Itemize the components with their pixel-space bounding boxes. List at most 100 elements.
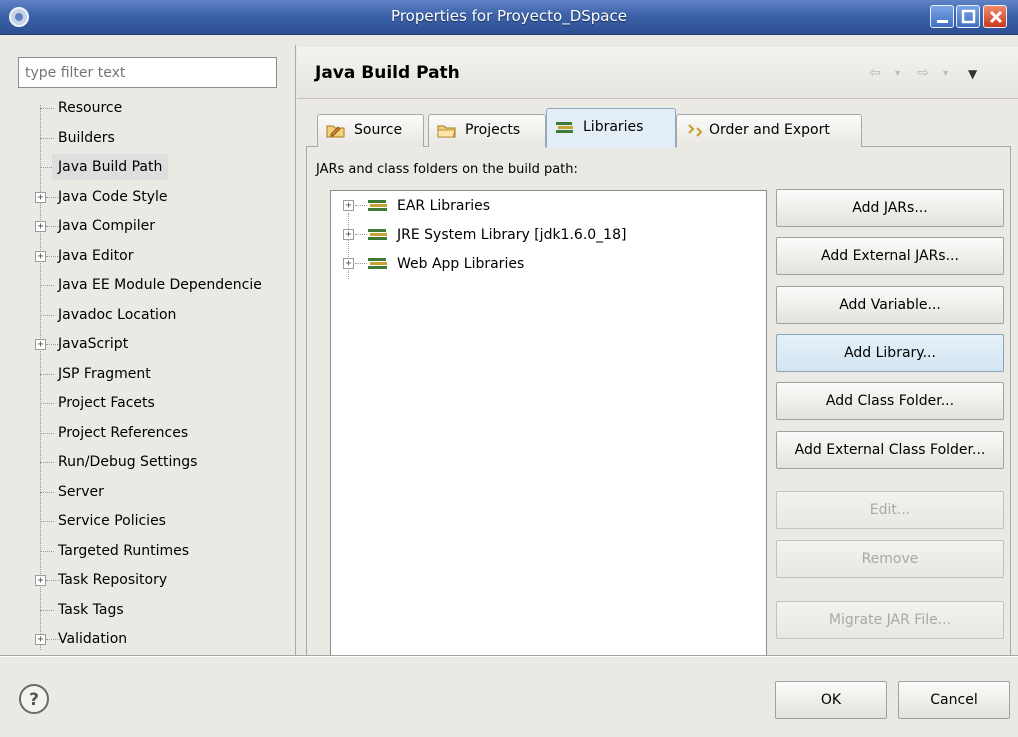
tree-item-label: Run/Debug Settings	[58, 454, 198, 470]
expand-icon[interactable]: +	[35, 250, 46, 262]
expand-icon[interactable]: +	[35, 575, 46, 586]
tree-item-label: JSP Fragment	[58, 365, 151, 382]
tree-connector-line	[40, 491, 54, 493]
forward-menu-icon[interactable]: ▾	[943, 68, 948, 79]
tree-item-label: Java Build Path	[52, 154, 169, 180]
expand-icon[interactable]: +	[35, 191, 46, 203]
remove-button[interactable]: Remove	[776, 540, 1004, 578]
page-nav: ⇦ ▾ ⇨ ▾ ▼	[869, 65, 1009, 83]
build-path-caption: JARs and class folders on the build path…	[316, 162, 578, 177]
tree-connector-line	[40, 550, 54, 552]
tree-item[interactable]: Targeted Runtimes	[18, 538, 291, 564]
libraries-icon	[556, 122, 573, 133]
tree-item[interactable]: Run/Debug Settings	[18, 449, 291, 475]
tree-item[interactable]: Javadoc Location	[18, 302, 291, 328]
add-external-jars-button[interactable]: Add External JARs...	[776, 237, 1004, 275]
page-header: Java Build Path ⇦ ▾ ⇨ ▾ ▼	[297, 47, 1018, 99]
tab-libraries[interactable]: Libraries	[546, 108, 676, 148]
tree-item[interactable]: Service Policies	[18, 508, 291, 534]
tree-connector-line	[40, 462, 54, 463]
add-class-folder-button[interactable]: Add Class Folder...	[776, 382, 1004, 420]
tree-connector-line	[40, 403, 54, 404]
view-menu-icon[interactable]: ▼	[968, 67, 977, 81]
order-export-icon	[688, 124, 703, 137]
tree-item[interactable]: + JavaScript	[18, 331, 291, 357]
tree-item[interactable]: + Task Repository	[18, 567, 291, 593]
library-icon	[368, 258, 387, 269]
property-tree: Resource Builders Java Build Path + Java Cod…	[18, 95, 291, 655]
add-external-class-folder-button[interactable]: Add External Class Folder...	[776, 431, 1004, 469]
tab-source[interactable]: Source	[317, 114, 424, 147]
library-label: JRE System Library [jdk1.6.0_18]	[397, 227, 627, 243]
tree-connector-line	[40, 521, 54, 522]
tree-item-label: Builders	[58, 129, 115, 146]
tree-connector-line	[40, 373, 54, 375]
help-icon[interactable]: ?	[18, 683, 50, 715]
tree-item[interactable]: Server	[18, 479, 291, 505]
tab-order-and-export[interactable]: Order and Export	[676, 114, 862, 147]
back-menu-icon[interactable]: ▾	[895, 68, 900, 79]
tree-connector-line	[355, 263, 367, 264]
cancel-button[interactable]: Cancel	[898, 681, 1010, 719]
tree-connector-line	[40, 314, 54, 316]
library-icon	[368, 229, 387, 240]
ok-button[interactable]: OK	[775, 681, 887, 719]
list-item[interactable]: + JRE System Library [jdk1.6.0_18]	[331, 223, 751, 247]
library-list[interactable]: + EAR Libraries + JRE System Library [jd…	[330, 190, 767, 655]
tree-item-label: Validation	[58, 631, 128, 647]
forward-arrow-icon[interactable]: ⇨	[917, 65, 929, 81]
tree-item[interactable]: Project Facets	[18, 390, 291, 416]
source-folder-icon	[326, 125, 345, 138]
add-variable-button[interactable]: Add Variable...	[776, 286, 1004, 324]
tree-item[interactable]: Resource	[18, 95, 291, 121]
close-button[interactable]	[983, 5, 1007, 28]
tree-item-label: Project Facets	[58, 395, 155, 411]
tree-item[interactable]: JSP Fragment	[18, 361, 291, 387]
tree-connector-line	[355, 234, 367, 235]
tree-connector-line	[40, 137, 54, 139]
back-arrow-icon[interactable]: ⇦	[869, 65, 881, 81]
expand-icon[interactable]: +	[343, 229, 354, 240]
add-jars-button[interactable]: Add JARs...	[776, 189, 1004, 227]
tree-item[interactable]: + Java Compiler	[18, 213, 291, 239]
tree-item[interactable]: Java Build Path	[18, 154, 291, 180]
tree-item-label: Project References	[58, 424, 189, 441]
pane-splitter[interactable]	[295, 45, 296, 655]
window-title: Properties for Proyecto_DSpace	[391, 7, 627, 25]
tab-label: Projects	[465, 122, 521, 138]
minimize-button[interactable]	[930, 5, 954, 28]
tree-item[interactable]: Java EE Module Dependencie	[18, 272, 291, 298]
maximize-button[interactable]	[956, 5, 980, 28]
edit-button[interactable]: Edit...	[776, 491, 1004, 529]
tab-label: Order and Export	[709, 122, 830, 138]
tree-item-label: Targeted Runtimes	[58, 542, 190, 559]
tree-item[interactable]: Task Tags	[18, 597, 291, 623]
minimize-icon	[937, 20, 948, 23]
tab-projects[interactable]: Projects	[428, 114, 546, 147]
list-item[interactable]: + Web App Libraries	[331, 252, 751, 276]
tree-item-label: Java Code Style	[58, 188, 168, 205]
page-title: Java Build Path	[315, 63, 460, 83]
expand-icon[interactable]: +	[343, 258, 354, 269]
tree-item[interactable]: + Validation	[18, 626, 291, 652]
tree-item-label: Java Compiler	[58, 218, 156, 234]
tree-item[interactable]: Builders	[18, 125, 291, 151]
tree-item-label: Resource	[58, 100, 123, 116]
expand-icon[interactable]: +	[35, 221, 46, 232]
svg-text:?: ?	[29, 690, 39, 710]
tree-item[interactable]: Project References	[18, 420, 291, 446]
title-bar[interactable]: Properties for Proyecto_DSpace	[0, 0, 1018, 35]
tree-item[interactable]: + Java Code Style	[18, 184, 291, 210]
add-library-button[interactable]: Add Library...	[776, 334, 1004, 372]
expand-icon[interactable]: +	[35, 339, 46, 350]
expand-icon[interactable]: +	[35, 634, 46, 645]
list-item[interactable]: + EAR Libraries	[331, 194, 751, 218]
migrate-jar-button[interactable]: Migrate JAR File...	[776, 601, 1004, 639]
tree-item[interactable]: + Java Editor	[18, 243, 291, 269]
expand-icon[interactable]: +	[343, 200, 354, 211]
library-icon	[368, 200, 387, 211]
tree-item-label: Javadoc Location	[58, 306, 177, 323]
projects-folder-icon	[437, 125, 456, 138]
footer-divider	[0, 656, 1018, 657]
filter-input[interactable]	[18, 57, 277, 88]
